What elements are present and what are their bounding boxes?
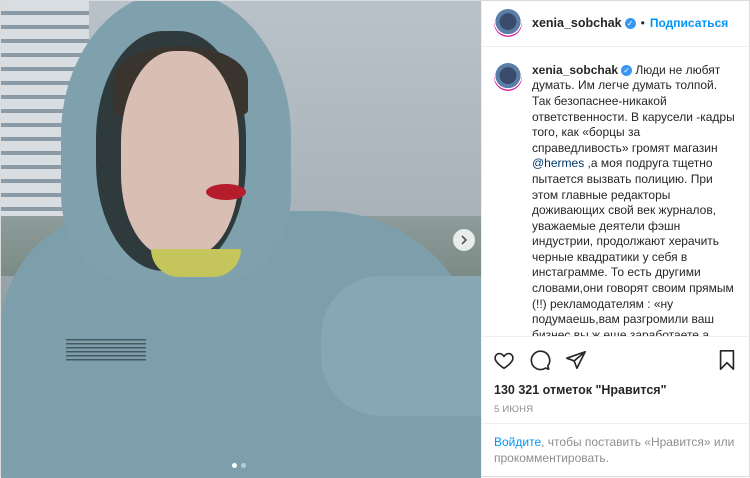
caption: xenia_sobchak ✓ Люди не любят думать. Им … (532, 63, 737, 337)
heart-icon (494, 352, 514, 369)
carousel-next-button[interactable] (453, 229, 475, 251)
post-sidebar: xenia_sobchak ✓ • Подписаться xenia_sobc… (481, 1, 749, 478)
hoodie-print (66, 339, 146, 361)
mention-link[interactable]: @hermes (532, 156, 584, 170)
bookmark-icon (719, 349, 735, 370)
chevron-right-icon (461, 235, 468, 245)
photo-face (121, 51, 239, 256)
comment-button[interactable] (528, 348, 552, 372)
header-separator: • (640, 16, 645, 31)
post-date[interactable]: 5 июня (482, 398, 749, 423)
login-prompt: Войдите, чтобы поставить «Нравится» или … (482, 423, 749, 478)
likes-count[interactable]: 130 321 отметок "Нравится" (482, 382, 749, 398)
post-header: xenia_sobchak ✓ • Подписаться (482, 1, 749, 47)
photo-collar (151, 249, 241, 277)
comments-area[interactable]: xenia_sobchak ✓ Люди не любят думать. Им … (482, 47, 749, 337)
follow-button[interactable]: Подписаться (650, 16, 728, 30)
avatar[interactable] (494, 9, 522, 38)
carousel-dot-active (232, 463, 237, 468)
post-photo[interactable] (1, 1, 481, 478)
photo-arm (321, 276, 481, 416)
share-button[interactable] (564, 348, 588, 372)
login-link[interactable]: Войдите (494, 435, 541, 449)
action-bar (482, 336, 749, 382)
header-username[interactable]: xenia_sobchak (532, 16, 622, 30)
carousel-dot (241, 463, 246, 468)
caption-avatar[interactable] (494, 62, 522, 91)
verified-badge-icon: ✓ (621, 64, 633, 76)
verified-badge-icon: ✓ (624, 17, 636, 29)
comment-icon (530, 350, 551, 371)
carousel-indicator (232, 463, 246, 468)
like-button[interactable] (492, 348, 516, 372)
caption-text-2: ,а моя подруга тщетно пытается вызвать п… (532, 156, 734, 337)
share-icon (566, 350, 586, 369)
post: xenia_sobchak ✓ • Подписаться xenia_sobc… (0, 0, 750, 478)
save-button[interactable] (715, 348, 739, 372)
photo-lips (206, 184, 246, 200)
caption-username[interactable]: xenia_sobchak (532, 63, 618, 77)
